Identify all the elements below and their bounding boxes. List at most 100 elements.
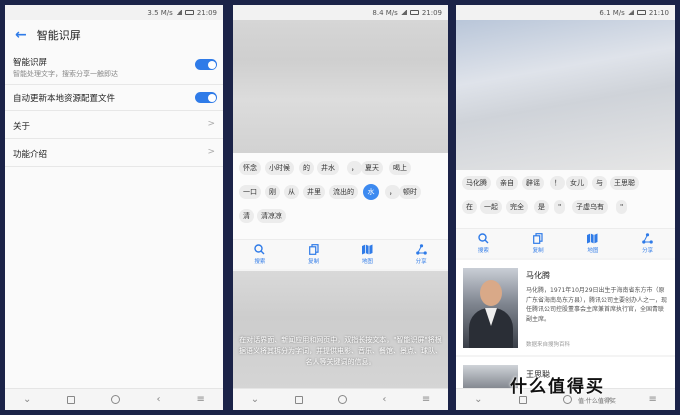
word-token[interactable]: " [616,200,628,214]
nav-bar: ⌄ ‹ ≡ [5,388,223,410]
nav-recent-icon[interactable] [294,395,303,404]
signal-icon [627,10,634,15]
word-token[interactable]: ， [347,161,362,175]
word-token[interactable]: 夏天 [361,161,383,175]
person-photo [463,268,518,348]
feature-caption: 在对话界面、新闻应用和网页中，双指长按文本，"智能识屏"将根据语义将其拆分为字词… [239,336,442,366]
setting-feature-intro[interactable]: 功能介绍 > [5,139,223,167]
map-button[interactable]: 地图 [587,233,598,254]
word-token[interactable]: 一起 [480,200,502,214]
clock: 21:09 [196,8,217,17]
nav-home-icon[interactable] [111,395,121,404]
word-token[interactable]: 井水 [317,161,339,175]
word-token[interactable]: 刚 [265,185,280,199]
clock: 21:10 [648,8,669,17]
word-token[interactable]: 与 [592,176,607,190]
share-icon [642,233,653,244]
nav-home-icon[interactable] [337,395,347,404]
word-token[interactable]: 是 [534,200,549,214]
word-token[interactable]: ！ [550,176,565,190]
map-label: 地图 [587,248,599,254]
word-token[interactable]: 清凉凉 [257,209,286,223]
share-label: 分享 [415,259,427,265]
nav-recent-icon[interactable] [67,395,76,404]
copy-icon [533,233,543,244]
word-token[interactable]: 一口 [239,185,261,199]
map-button[interactable]: 地图 [361,244,373,265]
word-token[interactable]: 在 [462,200,477,214]
nav-down-icon[interactable]: ⌄ [251,394,259,405]
word-token[interactable]: 马化腾 [462,176,491,190]
nav-down-icon[interactable]: ⌄ [23,394,31,405]
search-button[interactable]: 搜索 [254,244,265,265]
word-token[interactable]: 从 [284,185,299,199]
phone-settings-screen: 3.5 M/s 21:09 ← 智能识屏 智能识屏 智能处理文字，搜索分享一触即… [5,5,223,410]
battery-icon [409,10,419,15]
word-token[interactable]: 的 [299,161,314,175]
action-toolbar: 搜索 复制 地图 分享 [233,239,448,269]
copy-button[interactable]: 复制 [533,233,544,254]
share-button[interactable]: 分享 [416,244,427,265]
setting-about[interactable]: 关于 > [5,111,223,139]
share-button[interactable]: 分享 [642,233,653,254]
back-arrow-icon[interactable]: ← [15,27,27,43]
selected-word-token[interactable]: 水 [363,184,379,200]
battery-icon [184,10,194,15]
watermark-logo: 什么值得买 [510,377,605,397]
nav-back-icon[interactable]: ‹ [382,394,386,405]
auto-update-toggle[interactable] [195,92,217,103]
word-token[interactable]: 清 [239,209,254,223]
word-token[interactable]: 完全 [506,200,528,214]
setting-label: 功能介绍 [13,150,48,160]
settings-header: ← 智能识屏 [5,20,223,50]
map-icon [587,233,598,244]
word-token[interactable]: 女儿 [566,176,588,190]
entity-card[interactable]: 马化腾 马化腾，1971年10月29日出生于海南省东方市（原广东省海南岛东方县）… [456,260,675,355]
word-token[interactable]: 喝上 [389,161,411,175]
network-speed: 8.4 M/s [372,8,398,17]
word-token[interactable]: 辟谣 [522,176,544,190]
nav-menu-icon[interactable]: ≡ [197,394,205,405]
copy-button[interactable]: 复制 [308,244,319,265]
entity-name: 马化腾 [526,271,550,280]
nav-back-icon[interactable]: ‹ [157,394,161,405]
word-token[interactable]: ， [385,185,400,199]
word-token-panel: 怀念 小时候 的 井水 ， 夏天 喝上 一口 刚 从 井里 流出的 水 ， 顿时… [233,153,448,239]
word-token[interactable]: 子虚乌有 [572,200,608,214]
phone-entity-card-screen: 6.1 M/s 21:10 马化腾 亲自 辟谣 ！ 女儿 与 王思聪 在 一起 … [456,5,675,410]
map-icon [361,244,373,255]
nav-menu-icon[interactable]: ≡ [422,394,430,405]
signal-icon [400,10,407,15]
word-token[interactable]: 顿时 [399,185,421,199]
clock: 21:09 [421,8,442,17]
setting-description: 智能处理文字，搜索分享一触即达 [13,70,118,78]
blurred-background [456,20,675,170]
word-token[interactable]: 井里 [303,185,325,199]
blurred-background [233,271,448,388]
phone-text-split-screen: 8.4 M/s 21:09 怀念 小时候 的 井水 ， 夏天 喝上 一口 刚 从… [233,5,448,410]
search-icon [254,244,265,255]
nav-down-icon[interactable]: ⌄ [474,394,482,405]
map-label: 地图 [361,259,373,265]
entity-description: 马化腾，1971年10月29日出生于海南省东方市（原广东省海南岛东方县），腾讯公… [526,287,668,323]
nav-bar: ⌄ ‹ ≡ [233,388,448,410]
search-icon [478,233,489,244]
setting-auto-update[interactable]: 自动更新本地资源配置文件 [5,85,223,111]
word-token[interactable]: 流出的 [329,185,358,199]
word-token[interactable]: " [554,200,566,214]
word-token[interactable]: 小时候 [265,161,294,175]
setting-label: 自动更新本地资源配置文件 [13,94,116,104]
word-token[interactable]: 王思聪 [610,176,639,190]
network-speed: 6.1 M/s [599,8,625,17]
nav-menu-icon[interactable]: ≡ [648,394,656,405]
smart-screen-toggle[interactable] [195,59,217,70]
chevron-right-icon: > [207,119,215,129]
word-token[interactable]: 亲自 [496,176,518,190]
setting-label: 关于 [13,122,31,132]
setting-label: 智能识屏 [13,58,48,68]
chevron-right-icon: > [207,147,215,157]
word-token[interactable]: 怀念 [239,161,261,175]
setting-smart-screen[interactable]: 智能识屏 智能处理文字，搜索分享一触即达 [5,53,223,85]
search-button[interactable]: 搜索 [478,233,489,254]
blurred-background [233,20,448,153]
